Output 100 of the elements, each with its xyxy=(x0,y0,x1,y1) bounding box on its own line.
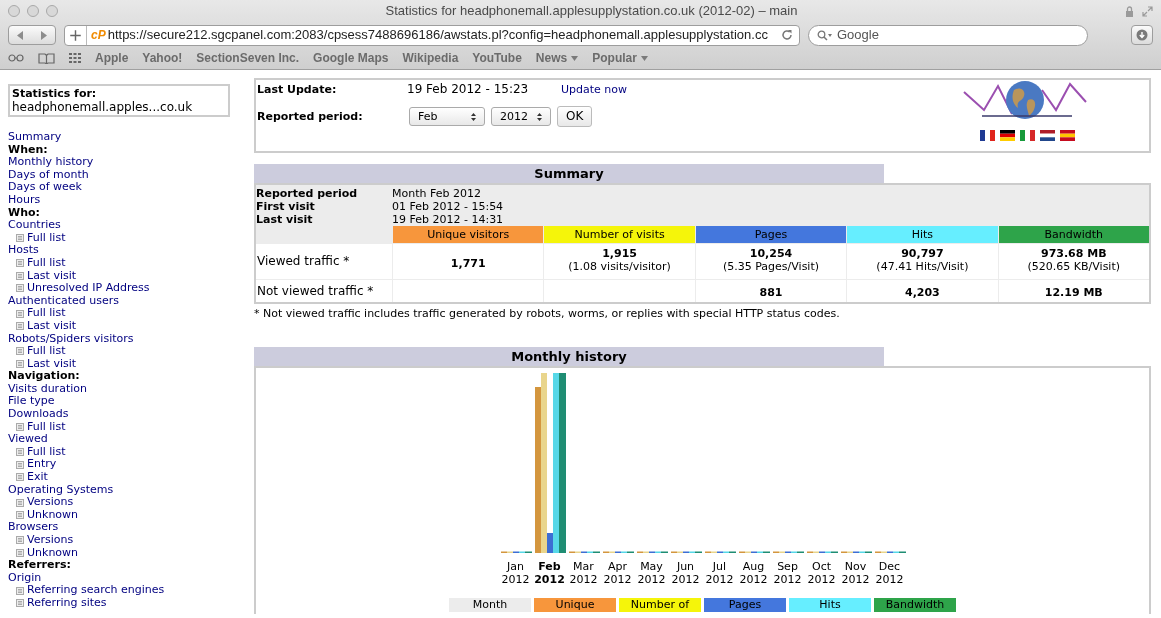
nav-sublink[interactable]: Referring sites xyxy=(27,596,107,610)
list-icon xyxy=(16,271,24,280)
flag-icon[interactable] xyxy=(999,130,1015,141)
nav-sublink[interactable]: Full list xyxy=(27,420,66,434)
bookmark-link[interactable]: Google Maps xyxy=(313,49,389,67)
nav-link[interactable]: Monthly history xyxy=(8,156,94,169)
list-icon xyxy=(16,460,24,469)
reload-icon[interactable] xyxy=(781,29,793,41)
nav-link[interactable]: Hosts xyxy=(8,244,39,257)
table-cell: 881 xyxy=(759,286,783,299)
column-header: Hits xyxy=(789,598,871,612)
year-label: 2012 xyxy=(705,573,734,586)
flag-icon[interactable] xyxy=(979,130,995,141)
stepper-icon xyxy=(537,112,542,121)
column-header: Bandwidth xyxy=(998,226,1149,243)
row-label: Not viewed traffic * xyxy=(256,280,392,302)
table-cell: 4,203 xyxy=(905,286,940,299)
nav-sublink[interactable]: Referring search engines xyxy=(27,584,165,597)
nav-sublink[interactable]: Last visit xyxy=(27,357,77,371)
year-label: 2012 xyxy=(637,573,666,586)
nav-link[interactable]: Authenticated users xyxy=(8,294,119,308)
nav-link[interactable]: Robots/Spiders visitors xyxy=(8,332,134,346)
info-label: Reported period xyxy=(256,187,359,200)
bookmark-link[interactable]: YouTube xyxy=(472,49,522,67)
bookmark-link[interactable]: Yahoo! xyxy=(142,49,183,67)
month-label: Nov xyxy=(844,560,867,573)
nav-link[interactable]: Days of week xyxy=(8,181,82,194)
bookmark-menu[interactable]: Popular xyxy=(592,49,648,67)
forward-icon[interactable] xyxy=(40,30,47,40)
nav-link[interactable]: Origin xyxy=(8,571,42,585)
bookmark-menu[interactable]: News xyxy=(535,49,579,67)
book-icon[interactable] xyxy=(38,52,55,64)
grid-icon[interactable] xyxy=(69,53,81,63)
ok-button[interactable]: OK xyxy=(557,106,593,127)
nav-sublink[interactable]: Unknown xyxy=(27,508,79,522)
month-label: Sep xyxy=(777,560,798,573)
nav-sublink[interactable]: Versions xyxy=(27,534,74,547)
nav-sublink[interactable]: Last visit xyxy=(27,269,77,283)
month-label: Mar xyxy=(573,560,594,573)
year-label: 2012 xyxy=(501,573,530,586)
column-header: Number of visits xyxy=(544,226,695,243)
flag-icon[interactable] xyxy=(1059,130,1075,141)
back-icon[interactable] xyxy=(17,30,24,40)
nav-sublink[interactable]: Full list xyxy=(27,256,66,270)
download-icon[interactable] xyxy=(1136,29,1148,41)
nav-link[interactable]: Downloads xyxy=(8,408,69,421)
nav-sublink[interactable]: Unresolved IP Address xyxy=(27,282,150,295)
update-now-link[interactable]: Update now xyxy=(561,83,628,96)
year-label: 2012 xyxy=(875,573,904,586)
nav-heading: Who: xyxy=(8,206,41,220)
year-select[interactable]: 2012 xyxy=(491,107,551,126)
search-field[interactable]: Google xyxy=(808,24,1088,46)
list-icon xyxy=(16,498,24,507)
column-header: Pages xyxy=(704,598,786,612)
column-header: Unique xyxy=(534,598,616,612)
nav-link[interactable]: Summary xyxy=(8,131,62,144)
bookmark-link[interactable]: SectionSeven Inc. xyxy=(196,49,300,67)
nav-link[interactable]: Hours xyxy=(8,193,41,207)
nav-sublink[interactable]: Full list xyxy=(27,307,66,320)
bookmark-link[interactable]: Wikipedia xyxy=(402,49,459,67)
flag-icon[interactable] xyxy=(1039,130,1055,141)
info-label: Last visit xyxy=(256,213,314,226)
table-cell-text: 1,915 xyxy=(601,247,638,260)
list-icon xyxy=(16,586,24,595)
reading-list-icon[interactable] xyxy=(8,54,24,62)
downloads-button[interactable] xyxy=(1131,25,1153,45)
nav-sublink[interactable]: Exit xyxy=(27,471,48,484)
nav-sublink[interactable]: Full list xyxy=(27,445,66,459)
last-update-value: 19 Feb 2012 - 15:23 xyxy=(407,83,530,96)
nav-sublink[interactable]: Last visit xyxy=(27,319,77,333)
window-title: Statistics for headphonemall.applesupplystation.co.uk (2012-02) – main xyxy=(385,2,798,21)
nav-sublink[interactable]: Full list xyxy=(27,231,66,245)
nav-link[interactable]: Visits duration xyxy=(8,382,87,396)
nav-sublink[interactable]: Unknown xyxy=(27,546,79,560)
address-bar[interactable]: cPhttps://secure212.sgcpanel.com:2083/cpsess7488696186/awstats.pl?config=headphonemall.applesupplystation.cc xyxy=(64,24,800,46)
table-cell-text: 90,797 xyxy=(900,247,945,260)
nav-link[interactable]: Days of month xyxy=(8,168,89,182)
list-icon xyxy=(16,284,24,293)
month-label: Jan xyxy=(507,560,524,573)
month-select[interactable]: Feb xyxy=(409,107,485,126)
row-label: Viewed traffic * xyxy=(256,244,392,279)
nav-link[interactable]: Browsers xyxy=(8,521,59,534)
nav-sublink[interactable]: Full list xyxy=(27,345,66,358)
back-forward-button[interactable] xyxy=(8,25,56,45)
table-cell-text: (1.08 visits/visitor) xyxy=(567,260,672,273)
list-icon xyxy=(16,234,24,243)
fullscreen-icon[interactable] xyxy=(1142,5,1153,17)
nav-link[interactable]: Viewed xyxy=(8,433,48,446)
year-label: 2012 xyxy=(603,573,632,586)
list-icon xyxy=(16,360,24,368)
info-value: 19 Feb 2012 - 14:31 xyxy=(392,213,504,226)
list-icon xyxy=(16,448,24,457)
bookmark-link[interactable]: Apple xyxy=(95,49,129,67)
nav-sublink[interactable]: Versions xyxy=(27,496,74,509)
table-cell-text: (5.35 Pages/Visit) xyxy=(721,260,821,273)
nav-link[interactable]: Operating Systems xyxy=(8,483,114,497)
table-cell-text: 973.68 MB xyxy=(1040,247,1108,260)
nav-sublink[interactable]: Entry xyxy=(27,458,57,472)
nav-link[interactable]: File type xyxy=(8,395,55,409)
nav-link[interactable]: Countries xyxy=(8,219,61,232)
